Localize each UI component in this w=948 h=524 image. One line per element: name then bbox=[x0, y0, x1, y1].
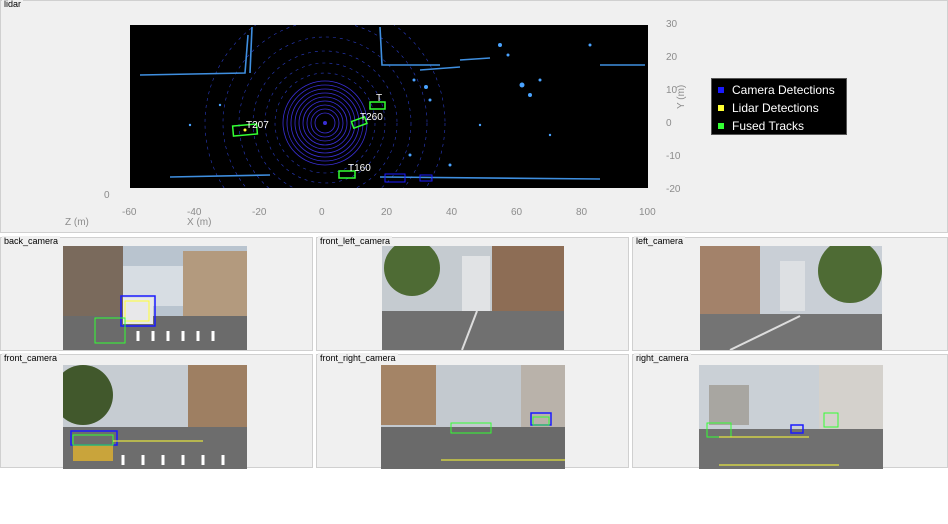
legend-label: Lidar Detections bbox=[732, 101, 819, 115]
track-label-t160: T160 bbox=[348, 163, 371, 174]
front-camera-panel: front_camera bbox=[0, 353, 313, 469]
right-camera-image[interactable] bbox=[699, 365, 883, 469]
z-tick-label: 0 bbox=[104, 190, 110, 201]
lidar-panel-title: lidar bbox=[2, 0, 24, 10]
lidar-panel: lidar T207 T260 T160 T -60 -40 -20 0 20 … bbox=[0, 0, 948, 233]
panel-title: front_right_camera bbox=[318, 353, 398, 364]
y-tick-label: 20 bbox=[666, 52, 678, 63]
right-camera-panel: right_camera bbox=[632, 353, 948, 469]
lidar-point-cloud-plot[interactable]: T207 T260 T160 T bbox=[130, 25, 648, 188]
front-left-camera-panel: front_left_camera bbox=[316, 236, 629, 351]
panel-title: back_camera bbox=[2, 236, 61, 247]
x-tick-label: 100 bbox=[639, 207, 656, 218]
panel-title: right_camera bbox=[634, 353, 691, 364]
back-camera-panel: back_camera bbox=[0, 236, 313, 351]
panel-title: front_left_camera bbox=[318, 236, 393, 247]
x-tick-label: 40 bbox=[446, 207, 458, 218]
legend-swatch bbox=[718, 123, 724, 129]
x-tick-label: 20 bbox=[381, 207, 393, 218]
legend-swatch bbox=[718, 87, 724, 93]
track-label-t: T bbox=[376, 93, 382, 104]
y-tick-label: 30 bbox=[666, 19, 678, 30]
y-axis-label: Y (m) bbox=[676, 84, 687, 109]
front-right-camera-panel: front_right_camera bbox=[316, 353, 629, 469]
x-axis-label: X (m) bbox=[187, 217, 212, 228]
x-tick-label: 0 bbox=[319, 207, 325, 218]
legend-item-lidar-detections: Lidar Detections bbox=[718, 99, 846, 117]
front-camera-image[interactable] bbox=[63, 365, 247, 469]
x-tick-label: -20 bbox=[252, 207, 267, 218]
legend-label: Camera Detections bbox=[732, 83, 835, 97]
legend-item-fused-tracks: Fused Tracks bbox=[718, 117, 846, 135]
panel-title: left_camera bbox=[634, 236, 686, 247]
y-tick-label: -20 bbox=[666, 184, 681, 195]
legend-label: Fused Tracks bbox=[732, 119, 805, 133]
track-label-t207: T207 bbox=[246, 120, 269, 131]
left-camera-image[interactable] bbox=[700, 246, 882, 350]
plot-legend: Camera Detections Lidar Detections Fused… bbox=[711, 78, 847, 135]
x-tick-label: 60 bbox=[511, 207, 523, 218]
x-tick-label: -60 bbox=[122, 207, 137, 218]
panel-title: front_camera bbox=[2, 353, 60, 364]
back-camera-image[interactable] bbox=[63, 246, 247, 350]
y-tick-label: 0 bbox=[666, 118, 672, 129]
y-tick-label: -10 bbox=[666, 151, 681, 162]
front-right-camera-image[interactable] bbox=[381, 365, 565, 469]
left-camera-panel: left_camera bbox=[632, 236, 948, 351]
plot-background bbox=[130, 25, 648, 188]
legend-swatch bbox=[718, 105, 724, 111]
z-axis-label: Z (m) bbox=[65, 217, 89, 228]
track-label-t260: T260 bbox=[360, 112, 383, 123]
front-left-camera-image[interactable] bbox=[382, 246, 564, 350]
x-tick-label: 80 bbox=[576, 207, 588, 218]
legend-item-camera-detections: Camera Detections bbox=[718, 81, 846, 99]
